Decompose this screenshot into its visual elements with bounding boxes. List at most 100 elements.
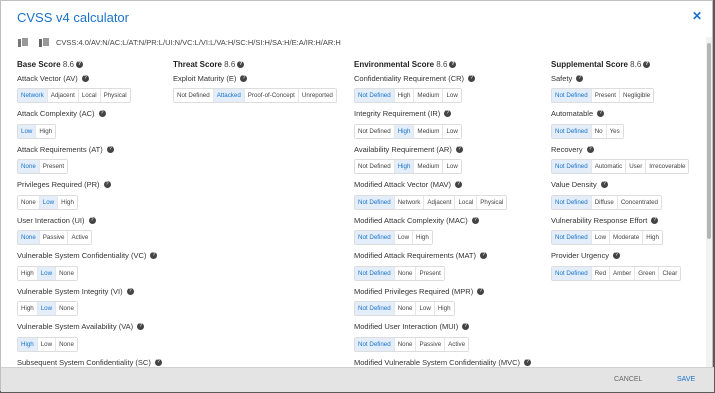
option-unreported[interactable]: Unreported [298,89,336,102]
option-green[interactable]: Green [635,266,660,280]
option-high[interactable]: High [18,337,38,351]
option-none[interactable]: None [394,302,417,315]
option-local[interactable]: Local [455,195,478,209]
help-icon[interactable]: ? [98,110,106,117]
help-icon[interactable]: ? [449,61,457,69]
help-icon[interactable]: ? [612,252,620,259]
option-yes[interactable]: Yes [606,124,623,138]
option-automatic[interactable]: Automatic [591,160,627,173]
option-none[interactable]: None [394,337,417,351]
option-active[interactable]: Active [445,337,469,351]
option-passive[interactable]: Passive [39,231,69,244]
option-clear[interactable]: Clear [659,266,681,280]
option-high[interactable]: High [18,302,38,315]
option-low[interactable]: Low [18,124,37,138]
option-high[interactable]: High [18,266,38,280]
option-none[interactable]: None [56,302,77,315]
option-not-defined[interactable]: Not Defined [355,89,395,102]
option-not-defined[interactable]: Not Defined [355,337,395,351]
option-low[interactable]: Low [443,160,461,173]
option-user[interactable]: User [626,160,647,173]
option-not-defined[interactable]: Not Defined [174,89,214,102]
option-low[interactable]: Low [39,195,59,209]
option-not-defined[interactable]: Not Defined [552,195,592,209]
option-not-defined[interactable]: Not Defined [355,160,395,173]
option-not-defined[interactable]: Not Defined [355,231,395,244]
option-negligible[interactable]: Negligible [620,89,654,102]
option-medium[interactable]: Medium [414,89,444,102]
option-low[interactable]: Low [443,124,461,138]
help-icon[interactable]: ? [137,323,145,330]
option-not-defined[interactable]: Not Defined [552,266,592,280]
option-concentrated[interactable]: Concentrated [617,195,661,209]
help-icon[interactable]: ? [106,145,114,153]
copy-icon[interactable] [18,37,29,47]
option-physical[interactable]: Physical [477,195,507,209]
help-icon[interactable]: ? [150,252,158,259]
option-proof-of-concept[interactable]: Proof-of-Concept [244,89,299,102]
option-low[interactable]: Low [416,302,435,315]
option-active[interactable]: Active [68,231,92,244]
help-icon[interactable]: ? [103,181,111,188]
option-present[interactable]: Present [416,266,444,280]
help-icon[interactable]: ? [468,74,476,82]
option-passive[interactable]: Passive [416,337,446,351]
option-not-defined[interactable]: Not Defined [552,160,592,173]
option-medium[interactable]: Medium [414,160,444,173]
help-icon[interactable]: ? [462,323,470,330]
option-physical[interactable]: Physical [100,89,130,102]
option-local[interactable]: Local [78,89,101,102]
help-icon[interactable]: ? [477,287,485,295]
option-not-defined[interactable]: Not Defined [552,124,592,138]
option-low[interactable]: Low [37,337,57,351]
option-high[interactable]: High [643,231,662,244]
option-present[interactable]: Present [591,89,621,102]
option-high[interactable]: High [394,89,415,102]
option-high[interactable]: High [394,124,415,138]
close-icon[interactable]: ✕ [692,9,702,23]
option-not-defined[interactable]: Not Defined [552,89,592,102]
option-none[interactable]: None [18,195,40,209]
option-low[interactable]: Low [37,302,57,315]
help-icon[interactable]: ? [480,252,487,259]
option-network[interactable]: Network [394,195,425,209]
option-none[interactable]: None [18,231,40,244]
option-high[interactable]: High [58,195,77,209]
help-icon[interactable]: ? [126,287,134,295]
option-attacked[interactable]: Attacked [213,89,245,102]
help-icon[interactable]: ? [524,358,532,366]
help-icon[interactable]: ? [586,145,594,153]
option-amber[interactable]: Amber [610,266,636,280]
help-icon[interactable]: ? [576,74,584,82]
cancel-button[interactable]: CANCEL [614,376,642,383]
option-moderate[interactable]: Moderate [610,231,644,244]
copy-link-icon[interactable] [39,37,50,47]
help-icon[interactable]: ? [88,216,96,224]
option-none[interactable]: None [394,266,417,280]
help-icon[interactable]: ? [444,110,452,117]
save-button[interactable]: SAVE [677,376,695,383]
option-not-defined[interactable]: Not Defined [355,302,395,315]
scrollbar[interactable] [706,37,712,367]
option-high[interactable]: High [394,160,415,173]
help-icon[interactable]: ? [237,61,245,69]
scrollbar-thumb[interactable] [707,43,711,239]
option-adjacent[interactable]: Adjacent [47,89,79,102]
option-not-defined[interactable]: Not Defined [355,124,395,138]
help-icon[interactable]: ? [651,216,659,224]
option-red[interactable]: Red [591,266,611,280]
option-high[interactable]: High [36,124,56,138]
help-icon[interactable]: ? [471,216,479,224]
option-high[interactable]: High [434,302,454,315]
option-no[interactable]: No [591,124,607,138]
help-icon[interactable]: ? [154,358,162,366]
option-low[interactable]: Low [37,266,57,280]
option-none[interactable]: None [18,160,40,173]
help-icon[interactable]: ? [597,110,605,117]
option-diffuse[interactable]: Diffuse [591,195,618,209]
option-none[interactable]: None [56,337,77,351]
option-low[interactable]: Low [591,231,611,244]
option-none[interactable]: None [56,266,77,280]
help-icon[interactable]: ? [454,181,462,188]
option-network[interactable]: Network [18,89,48,102]
